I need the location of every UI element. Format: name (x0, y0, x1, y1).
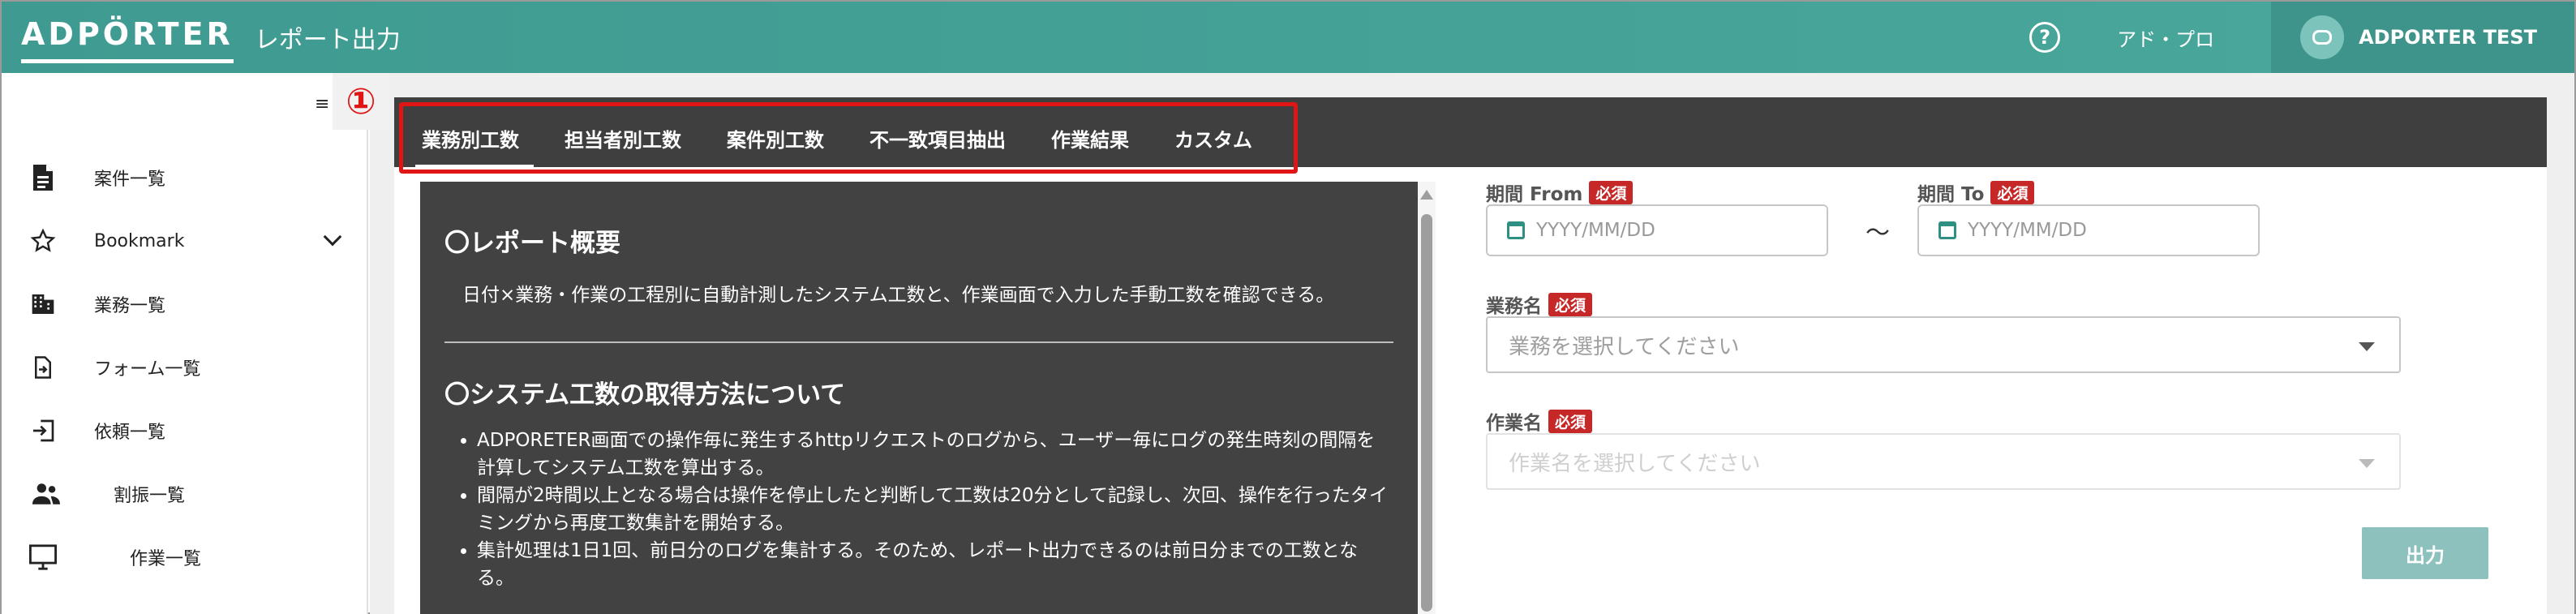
period-to-input[interactable]: YYYY/MM/DD (1917, 204, 2260, 256)
tab-assignee-hours[interactable]: 担当者別工数 (542, 102, 704, 174)
calendar-icon[interactable] (1938, 221, 1956, 239)
list-item: 間隔が2時間以上となる場合は操作を停止したと判断して工数は20分として記録し、次… (477, 482, 1393, 537)
help-icon[interactable]: ? (2029, 22, 2061, 53)
period-from-label: 期間 From 必須 (1486, 178, 1634, 206)
scroll-thumb[interactable] (1421, 214, 1432, 612)
period-from-text: 期間 From (1486, 184, 1583, 205)
required-badge: 必須 (1589, 180, 1634, 204)
caret-down-icon (2359, 459, 2375, 468)
period-to-placeholder: YYYY/MM/DD (1968, 220, 2087, 241)
list-item: ADPORETER画面での操作毎に発生するhttpリクエストのログから、ユーザー… (477, 427, 1393, 482)
tab-business-hours[interactable]: 業務別工数 (399, 102, 542, 174)
sidebar-item-tasks[interactable]: 作業一覧 (2, 526, 367, 589)
people-icon (32, 480, 60, 508)
header-right: ? アド・プロ ADPORTER TEST (2029, 2, 2574, 73)
business-label-text: 業務名 (1486, 296, 1542, 317)
overview-text: 日付×業務・作業の工程別に自動計測したシステム工数と、作業画面で入力した手動工数… (462, 285, 1335, 306)
task-label: 作業名 必須 (1486, 407, 1593, 435)
star-icon (29, 227, 57, 255)
report-tabs: 業務別工数 担当者別工数 案件別工数 不一致項目抽出 作業結果 カスタム (394, 97, 2547, 174)
period-from-input[interactable]: YYYY/MM/DD (1486, 204, 1828, 256)
range-separator: ～ (1865, 219, 1890, 247)
annotation-marker: ① (333, 73, 389, 130)
app-title: レポート出力 (254, 26, 401, 54)
main-content: 業務別工数 担当者別工数 案件別工数 不一致項目抽出 作業結果 カスタム 〇レポ… (370, 73, 2574, 614)
sidebar: ≡ ① 案件一覧 Bookmark 業務一覧 フォーム一覧 依頼一覧 割振一覧 … (2, 73, 389, 614)
period-from-placeholder: YYYY/MM/DD (1536, 220, 1655, 241)
sidebar-item-bookmark[interactable]: Bookmark (2, 209, 367, 273)
info-scrollbar[interactable] (1418, 182, 1436, 614)
sidebar-item-label: 割振一覧 (114, 486, 186, 506)
sidebar-item-label: Bookmark (94, 230, 185, 251)
avatar-icon (2300, 15, 2345, 59)
sidebar-item-projects[interactable]: 案件一覧 (2, 146, 367, 209)
output-button[interactable]: 出力 (2362, 527, 2488, 579)
sidebar-item-label: 作業一覧 (130, 549, 202, 569)
tab-project-hours[interactable]: 案件別工数 (704, 102, 847, 174)
document-icon (29, 164, 57, 191)
list-item: 集計処理は1日1回、前日分のログを集計する。そのため、レポート出力できるのは前日… (477, 537, 1393, 592)
sidebar-item-assignments[interactable]: 割振一覧 (2, 462, 367, 526)
report-form: 期間 From 必須 YYYY/MM/DD ～ 期間 To 必須 YYYY/MM… (1486, 167, 2540, 614)
scroll-up-icon[interactable] (1420, 190, 1433, 200)
sidebar-item-label: 案件一覧 (94, 170, 166, 190)
login-icon (29, 417, 57, 444)
tab-mismatch-extract[interactable]: 不一致項目抽出 (847, 102, 1028, 174)
caret-down-icon (2359, 342, 2375, 351)
period-to-text: 期間 To (1917, 184, 1985, 205)
logo[interactable]: ADPÖRTER (21, 16, 234, 63)
user-menu[interactable]: ADPORTER TEST (2271, 2, 2574, 73)
menu-toggle-icon[interactable]: ≡ (315, 94, 329, 114)
sidebar-nav: 案件一覧 Bookmark 業務一覧 フォーム一覧 依頼一覧 割振一覧 作業一覧 (2, 146, 367, 589)
required-badge: 必須 (1548, 292, 1593, 316)
tab-custom[interactable]: カスタム (1152, 102, 1275, 174)
period-to-label: 期間 To 必須 (1917, 178, 2035, 206)
tab-work-results[interactable]: 作業結果 (1028, 102, 1152, 174)
calendar-icon[interactable] (1507, 221, 1525, 239)
task-placeholder: 作業名を選択してください (1509, 451, 1761, 476)
divider (444, 341, 1393, 343)
sidebar-item-forms[interactable]: フォーム一覧 (2, 336, 367, 399)
required-badge: 必須 (1548, 409, 1593, 433)
business-select[interactable]: 業務を選択してください (1486, 316, 2401, 373)
chevron-down-icon[interactable] (323, 227, 342, 247)
overview-title: 〇レポート概要 (444, 229, 620, 258)
file-import-icon (29, 354, 57, 381)
report-card: 〇レポート概要 日付×業務・作業の工程別に自動計測したシステム工数と、作業画面で… (394, 167, 2547, 614)
sidebar-item-requests[interactable]: 依頼一覧 (2, 399, 367, 462)
annotation-marker-label: ① (346, 80, 376, 122)
sidebar-item-label: 依頼一覧 (94, 423, 166, 443)
user-name: ADPORTER TEST (2359, 26, 2537, 49)
monitor-icon (29, 543, 57, 571)
user-role[interactable]: アド・プロ (2117, 24, 2214, 52)
sidebar-item-label: 業務一覧 (94, 296, 166, 316)
app-header: ADPÖRTER レポート出力 ? アド・プロ ADPORTER TEST (2, 2, 2574, 73)
task-select[interactable]: 作業名を選択してください (1486, 433, 2401, 490)
task-label-text: 作業名 (1486, 413, 1542, 434)
tab-list: 業務別工数 担当者別工数 案件別工数 不一致項目抽出 作業結果 カスタム (399, 102, 1275, 174)
sidebar-item-business[interactable]: 業務一覧 (2, 273, 367, 336)
method-list: ADPORETER画面での操作毎に発生するhttpリクエストのログから、ユーザー… (477, 427, 1393, 592)
method-title: 〇システム工数の取得方法について (444, 380, 846, 410)
sidebar-item-label: フォーム一覧 (94, 359, 201, 380)
building-icon (29, 290, 57, 318)
required-badge: 必須 (1990, 180, 2035, 204)
info-panel: 〇レポート概要 日付×業務・作業の工程別に自動計測したシステム工数と、作業画面で… (420, 182, 1418, 614)
business-placeholder: 業務を選択してください (1509, 334, 1740, 359)
business-label: 業務名 必須 (1486, 290, 1593, 318)
